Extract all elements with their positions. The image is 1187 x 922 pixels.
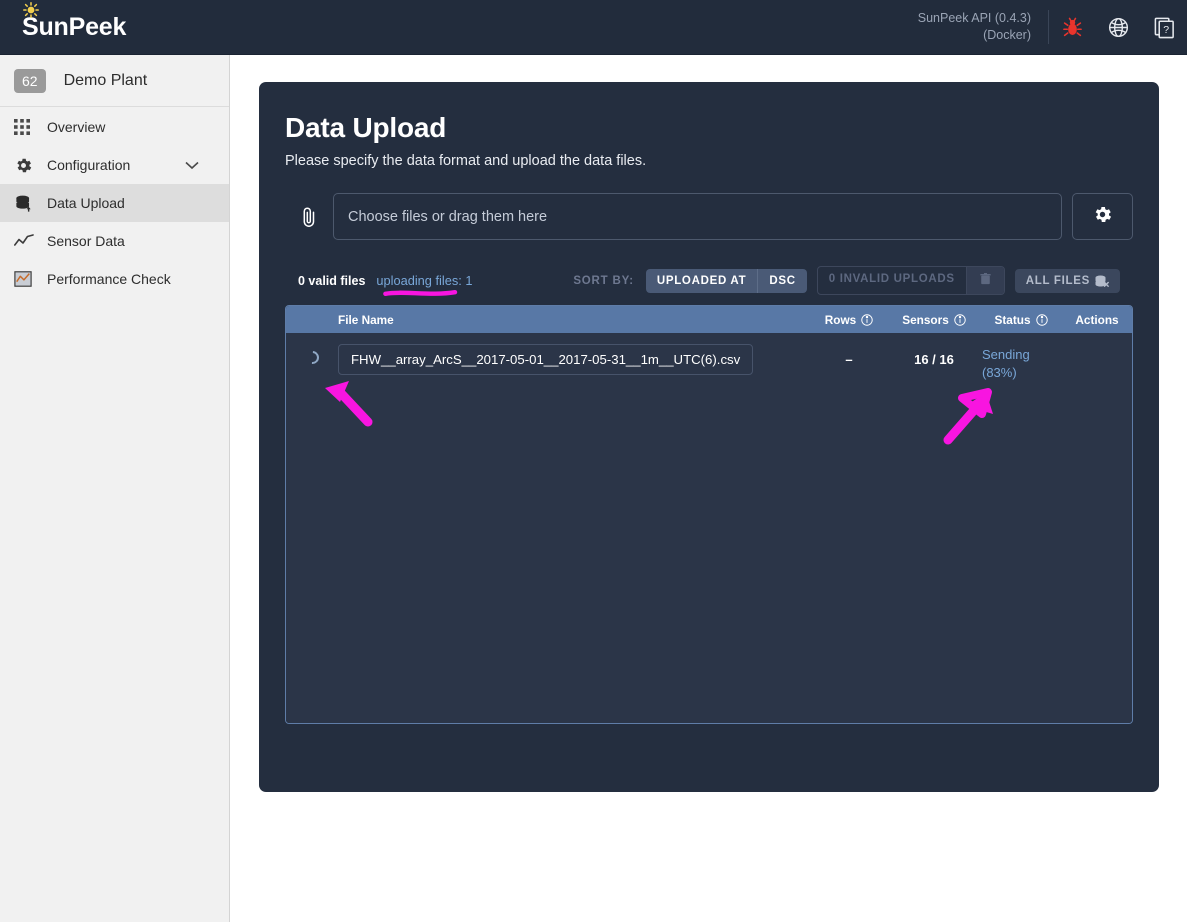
sidebar-item-configuration[interactable]: Configuration	[0, 146, 229, 184]
valid-files-count: 0 valid files	[298, 273, 366, 288]
sidebar-item-label: Performance Check	[47, 271, 171, 287]
page-subtitle: Please specify the data format and uploa…	[285, 153, 647, 169]
column-rows[interactable]: Rows	[810, 313, 888, 327]
help-docs-icon[interactable]: ?	[1141, 0, 1187, 55]
row-status-cell: Sending (83%)	[980, 344, 1062, 380]
sidebar-item-overview[interactable]: Overview	[0, 108, 229, 146]
sidebar-item-performance-check[interactable]: Performance Check	[0, 260, 229, 298]
file-status-strip: 0 valid files uploading files: 1 SORT BY…	[285, 266, 1133, 296]
gear-icon	[14, 156, 40, 175]
upload-settings-button[interactable]	[1072, 193, 1133, 240]
sidebar-item-label: Data Upload	[47, 195, 125, 211]
all-files-label: ALL FILES	[1025, 274, 1090, 287]
chart-box-icon	[14, 270, 40, 288]
sidebar-item-label: Overview	[47, 119, 106, 135]
api-version-line1: SunPeek API (0.4.3)	[917, 11, 1031, 25]
globe-icon[interactable]	[1095, 0, 1141, 55]
file-drop-zone[interactable]: Choose files or drag them here	[333, 193, 1062, 240]
plant-id-badge: 62	[14, 68, 46, 93]
sidebar-item-data-upload[interactable]: Data Upload	[0, 184, 229, 222]
sort-field-button[interactable]: UPLOADED AT	[646, 269, 757, 293]
sidebar-item-sensor-data[interactable]: Sensor Data	[0, 222, 229, 260]
gear-icon	[1092, 204, 1113, 230]
api-version-info: SunPeek API (0.4.3) (Docker)	[918, 10, 1048, 44]
top-bar-right: SunPeek API (0.4.3) (Docker) ?	[918, 0, 1187, 54]
delete-invalid-button[interactable]	[965, 267, 1004, 294]
column-actions: Actions	[1062, 313, 1132, 327]
brand-logo[interactable]: SunPeek	[22, 1, 126, 42]
uploading-files-count[interactable]: uploading files: 1	[376, 273, 473, 296]
sidebar: 62 Demo Plant Overview Configuration Dat…	[0, 55, 230, 922]
svg-text:?: ?	[1163, 23, 1169, 35]
info-icon	[861, 313, 873, 326]
column-label: Sensors	[902, 312, 949, 327]
sidebar-item-label: Sensor Data	[47, 233, 125, 249]
column-label: Status	[994, 312, 1031, 327]
database-upload-icon	[14, 194, 40, 213]
plant-selector[interactable]: 62 Demo Plant	[0, 55, 229, 107]
row-rows-cell: –	[845, 352, 853, 367]
sidebar-item-label: Configuration	[47, 157, 131, 173]
grid-icon	[14, 119, 40, 135]
filter-clear-icon	[1095, 275, 1109, 287]
invalid-uploads-group: 0 INVALID UPLOADS	[816, 266, 1005, 295]
column-label: Rows	[824, 312, 857, 327]
info-icon	[954, 313, 966, 326]
column-status[interactable]: Status	[980, 313, 1062, 327]
trash-icon	[980, 273, 991, 285]
sort-direction-button[interactable]: DSC	[757, 268, 806, 293]
top-bar: SunPeek SunPeek API (0.4.3) (Docker) ?	[0, 0, 1187, 55]
table-row: FHW__array_ArcS__2017-05-01__2017-05-31_…	[286, 333, 1132, 380]
loading-spinner	[302, 348, 322, 367]
invalid-uploads-count[interactable]: 0 INVALID UPLOADS	[818, 267, 966, 294]
chevron-down-icon[interactable]	[185, 157, 199, 173]
sort-by-label: SORT BY:	[573, 274, 634, 287]
api-version-line2: (Docker)	[983, 28, 1031, 42]
uploaded-files-table: File Name Rows Sensors Status Actions FH…	[285, 305, 1133, 724]
sort-and-filter-group: SORT BY: UPLOADED AT DSC 0 INVALID UPLOA…	[573, 266, 1120, 295]
file-name-chip[interactable]: FHW__array_ArcS__2017-05-01__2017-05-31_…	[338, 344, 754, 375]
data-upload-panel: Data Upload Please specify the data form…	[259, 82, 1159, 792]
row-spinner-cell	[286, 344, 338, 367]
sun-icon	[23, 1, 39, 21]
line-chart-icon	[14, 234, 40, 248]
column-sensors[interactable]: Sensors	[888, 313, 980, 327]
file-upload-row: Choose files or drag them here	[285, 193, 1133, 240]
paperclip-icon[interactable]	[285, 206, 333, 228]
info-icon	[1035, 313, 1048, 326]
table-header-row: File Name Rows Sensors Status Actions	[286, 306, 1132, 333]
main-content: Data Upload Please specify the data form…	[230, 55, 1187, 922]
column-file-name[interactable]: File Name	[338, 313, 810, 327]
file-drop-placeholder: Choose files or drag them here	[348, 208, 548, 225]
table-body: FHW__array_ArcS__2017-05-01__2017-05-31_…	[286, 333, 1132, 723]
column-label: File Name	[338, 312, 394, 327]
status-percent: (83%)	[982, 365, 1017, 380]
status-label: Sending	[982, 347, 1030, 362]
column-label: Actions	[1075, 312, 1119, 327]
row-file-name-cell: FHW__array_ArcS__2017-05-01__2017-05-31_…	[338, 344, 810, 375]
page-title: Data Upload	[285, 112, 447, 143]
annotation-underline	[383, 290, 458, 296]
row-sensors-cell: 16 / 16	[914, 352, 954, 367]
bug-icon[interactable]	[1049, 0, 1095, 55]
all-files-filter-button[interactable]: ALL FILES	[1014, 268, 1120, 293]
plant-name: Demo Plant	[63, 71, 148, 89]
sort-toggle-group: UPLOADED AT DSC	[645, 268, 807, 293]
uploading-files-label: uploading files: 1	[376, 273, 473, 288]
